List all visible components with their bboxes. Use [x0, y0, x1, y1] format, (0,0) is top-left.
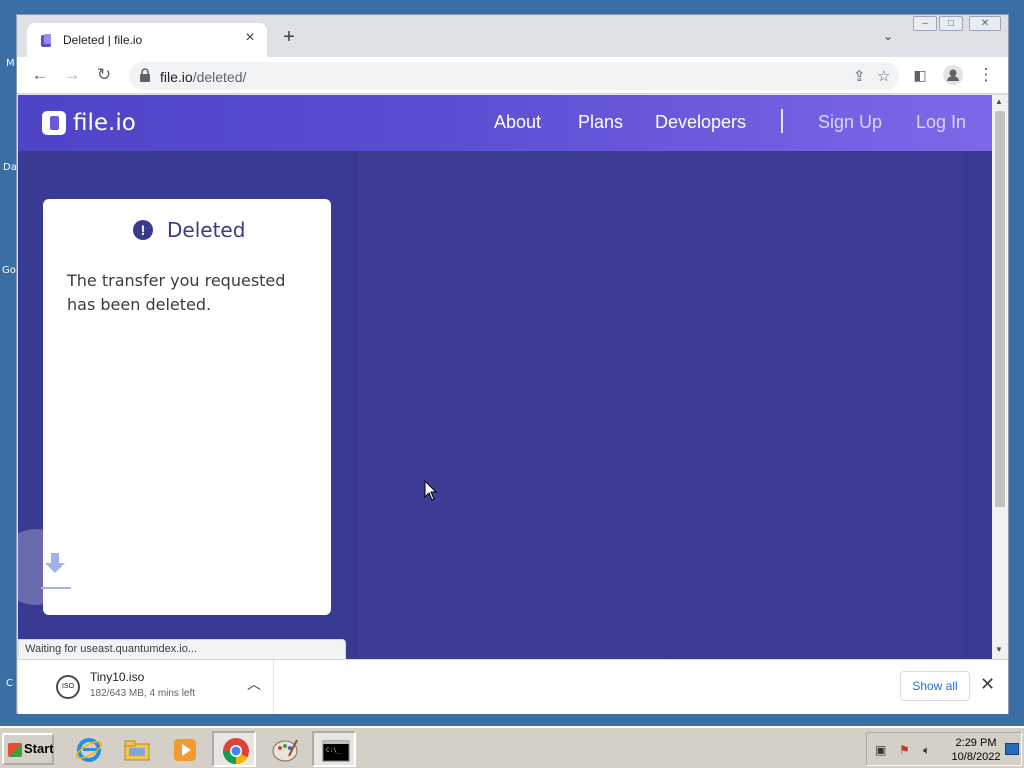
reload-button[interactable]: ↻ [93, 65, 115, 85]
card-message: The transfer you requested has been dele… [67, 271, 286, 314]
page-scrollbar[interactable]: ▲ ▼ [992, 95, 1008, 659]
windows-flag-icon [8, 743, 22, 757]
clock-time: 2:29 PM [955, 737, 997, 749]
download-file-name: Tiny10.iso [90, 670, 145, 684]
close-window-button[interactable]: ✕ [969, 16, 1001, 31]
show-desktop-icon[interactable] [1005, 743, 1019, 755]
nav-sign-up[interactable]: Sign Up [818, 112, 882, 133]
internet-explorer-icon [75, 738, 103, 762]
chevron-up-icon[interactable]: ︿ [247, 674, 261, 694]
media-player-icon [174, 739, 196, 761]
menu-kebab-icon[interactable]: ⋮ [975, 65, 997, 85]
desktop-label-3: Go [2, 265, 16, 276]
download-floating-icon[interactable] [18, 527, 88, 607]
nav-about[interactable]: About [494, 112, 541, 133]
system-tray: ▣ ⚑ 🔈︎ 2:29 PM 10/8/2022 [866, 732, 1022, 766]
taskbar-command-prompt[interactable]: C:\_ [312, 731, 356, 767]
nav-log-in[interactable]: Log In [916, 112, 966, 133]
nav-plans[interactable]: Plans [578, 112, 623, 133]
network-icon[interactable]: ▣ [875, 743, 889, 757]
profile-avatar[interactable] [942, 65, 964, 90]
nav-developers[interactable]: Developers [655, 112, 746, 133]
download-shelf: ISO Tiny10.iso 182/643 MB, 4 mins left ︿… [18, 659, 1008, 714]
taskbar-file-explorer[interactable] [114, 731, 158, 767]
browser-toolbar: ← → ↻ file.io/deleted/ ⇪ ☆ ◧ ⋮ [17, 57, 1008, 94]
maximize-button[interactable]: □ [939, 16, 963, 31]
background-column [666, 151, 964, 659]
scrollbar-thumb[interactable] [995, 111, 1005, 507]
tab-search-chevron-icon[interactable]: ⌄ [883, 29, 893, 43]
scroll-up-icon[interactable]: ▲ [995, 97, 1003, 106]
lock-icon [140, 68, 150, 82]
iso-file-icon: ISO [56, 675, 80, 699]
tab-close-icon[interactable]: × [241, 29, 259, 47]
volume-icon[interactable]: 🔈︎ [923, 743, 937, 757]
mouse-cursor-icon [424, 480, 438, 501]
file-explorer-icon [124, 740, 150, 761]
new-tab-button[interactable]: + [277, 27, 301, 47]
action-center-icon[interactable]: ⚑ [899, 743, 913, 757]
desktop-label-4: C [6, 678, 13, 689]
desktop-label-1: M [6, 58, 15, 69]
share-icon[interactable]: ⇪ [853, 67, 866, 85]
url-text: file.io/deleted/ [160, 69, 247, 85]
start-button[interactable]: Start [2, 733, 54, 765]
file-io-favicon-icon [41, 34, 51, 47]
background-column [358, 151, 665, 659]
clock-date: 10/8/2022 [951, 751, 1001, 763]
taskbar-internet-explorer[interactable] [66, 731, 110, 767]
site-logo-text[interactable]: file.io [73, 110, 136, 136]
forward-button[interactable]: → [61, 65, 83, 85]
file-io-logo-icon[interactable] [42, 111, 66, 135]
paint-icon [272, 739, 298, 762]
start-label: Start [24, 741, 54, 756]
browser-tab[interactable]: Deleted | file.io × [27, 23, 267, 57]
desktop-label-2: Da [3, 162, 17, 173]
chrome-icon [222, 738, 249, 765]
site-header: file.io About Plans Developers Sign Up L… [18, 95, 992, 151]
download-item[interactable]: ISO Tiny10.iso 182/643 MB, 4 mins left ︿ [42, 660, 274, 714]
minimize-button[interactable]: – [913, 16, 937, 31]
close-shelf-icon[interactable]: ✕ [980, 674, 995, 695]
status-bubble: Waiting for useast.quantumdex.io... [18, 639, 346, 659]
svg-text:C:\_: C:\_ [326, 747, 341, 754]
taskbar: Start C:\_ ▣ ⚑ 🔈︎ 2:29 PM 10/8/2022 [0, 726, 1024, 768]
alert-icon: ! [133, 220, 153, 240]
system-clock[interactable]: 2:29 PM 10/8/2022 [949, 736, 1003, 764]
back-button[interactable]: ← [29, 65, 51, 85]
nav-divider [781, 109, 783, 133]
scroll-down-icon[interactable]: ▼ [995, 645, 1003, 654]
show-all-button[interactable]: Show all [900, 671, 970, 701]
download-progress-text: 182/643 MB, 4 mins left [90, 688, 196, 699]
page-viewport: file.io About Plans Developers Sign Up L… [18, 95, 992, 659]
command-prompt-icon: C:\_ [322, 740, 350, 762]
taskbar-media-player[interactable] [162, 731, 206, 767]
card-heading: Deleted [167, 218, 246, 242]
tab-strip: Deleted | file.io × + ⌄ – □ ✕ [17, 15, 1008, 57]
taskbar-chrome[interactable] [212, 731, 256, 767]
taskbar-paint[interactable] [262, 731, 306, 767]
side-panel-icon[interactable]: ◧ [909, 65, 931, 85]
address-bar[interactable]: file.io/deleted/ ⇪ ☆ [129, 62, 899, 90]
bookmark-star-icon[interactable]: ☆ [877, 67, 890, 85]
tab-title: Deleted | file.io [63, 33, 143, 47]
browser-window: Deleted | file.io × + ⌄ – □ ✕ ← → ↻ file… [16, 14, 1009, 714]
